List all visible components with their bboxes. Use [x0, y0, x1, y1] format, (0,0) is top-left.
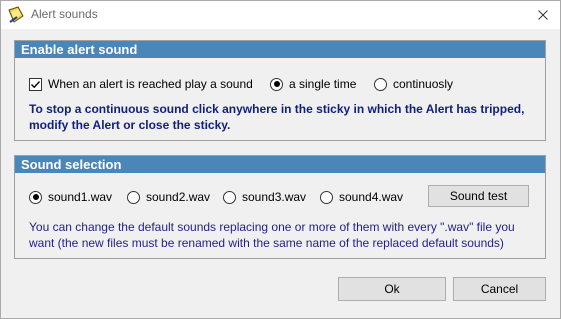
sound1-label: sound1.wav: [48, 190, 113, 204]
group-header-enable: Enable alert sound: [15, 41, 545, 58]
sound3-radio[interactable]: [223, 190, 236, 204]
sound1-radio[interactable]: [29, 190, 42, 204]
sound2-radio[interactable]: [127, 190, 140, 204]
window-title: Alert sounds: [31, 7, 98, 21]
sound4-label: sound4.wav: [339, 190, 404, 204]
cancel-button[interactable]: Cancel: [453, 277, 546, 301]
sound4-radio[interactable]: [320, 190, 333, 204]
option-continuosly[interactable]: continuosly: [374, 77, 453, 91]
continuosly-label: continuosly: [393, 77, 454, 91]
sticky-note-icon: [7, 6, 25, 24]
group-header-sound: Sound selection: [15, 156, 545, 173]
sound-option-4[interactable]: sound4.wav: [320, 190, 403, 204]
sound3-label: sound3.wav: [242, 190, 307, 204]
single-time-label: a single time: [289, 77, 357, 91]
continuosly-radio[interactable]: [374, 77, 387, 91]
enable-alert-sound-group: Enable alert sound When an alert is reac…: [14, 40, 546, 141]
sound-change-info: You can change the default sounds replac…: [29, 220, 515, 250]
stop-sound-info: To stop a continuous sound click anywher…: [29, 102, 525, 132]
title-bar: Alert sounds: [1, 1, 560, 29]
play-sound-checkbox[interactable]: [29, 77, 42, 91]
close-button[interactable]: [526, 1, 560, 29]
sound-selection-group: Sound selection sound1.wav sound2.wav so…: [14, 155, 546, 259]
sound-test-button[interactable]: Sound test: [428, 185, 529, 207]
option-single-time[interactable]: a single time: [270, 77, 356, 91]
single-time-radio[interactable]: [270, 77, 283, 91]
sound-option-2[interactable]: sound2.wav: [127, 190, 210, 204]
sound-option-1[interactable]: sound1.wav: [29, 190, 112, 204]
play-sound-label: When an alert is reached play a sound: [48, 77, 253, 91]
sound2-label: sound2.wav: [146, 190, 211, 204]
ok-button[interactable]: Ok: [338, 277, 446, 301]
sound-option-3[interactable]: sound3.wav: [223, 190, 306, 204]
checkmark-icon: [31, 80, 41, 88]
play-sound-checkbox-row[interactable]: When an alert is reached play a sound: [29, 77, 253, 91]
close-icon: [538, 10, 548, 20]
alert-sounds-dialog: Alert sounds Enable alert sound When an …: [0, 0, 561, 319]
